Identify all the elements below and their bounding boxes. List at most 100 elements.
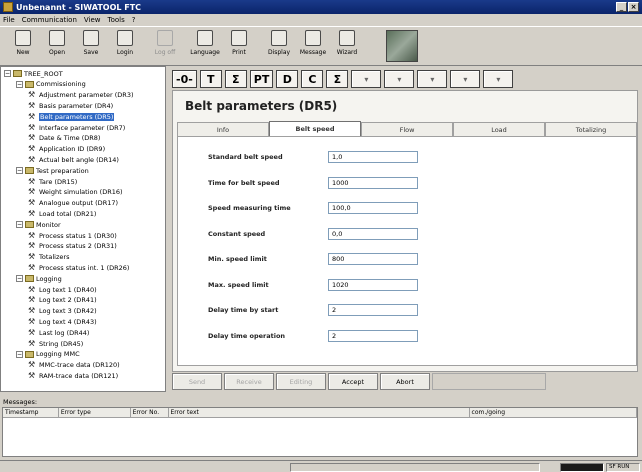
parameter-icon: ⚒ <box>28 111 36 121</box>
tree-item[interactable]: ⚒ Process status 1 (DR30) <box>28 231 117 240</box>
tree-folder[interactable]: − Logging MMC <box>16 350 80 359</box>
toolbar-message-button[interactable]: Message <box>296 30 330 62</box>
delay-time-operation-field[interactable]: 2 <box>328 329 418 342</box>
tree-folder[interactable]: − Test preparation <box>16 166 89 175</box>
function-button-7[interactable]: Σ <box>326 70 349 88</box>
tree-item[interactable]: ⚒ Log text 2 (DR41) <box>28 296 97 305</box>
expand-icon[interactable]: − <box>16 80 23 88</box>
tree-item[interactable]: ⚒ Last log (DR44) <box>28 328 89 337</box>
expand-icon[interactable]: − <box>16 221 23 229</box>
toolbar-log-off-button[interactable]: Log off <box>148 30 182 62</box>
tree-item-label: Weight simulation (DR16) <box>39 188 123 197</box>
function-button-1[interactable]: -0- <box>172 70 197 88</box>
time-for-belt-speed-field[interactable]: 1000 <box>328 176 418 189</box>
settings-icon[interactable]: ▾ <box>351 70 382 88</box>
menu-communication[interactable]: Communication <box>22 16 77 24</box>
tab-totalizing[interactable]: Totalizing <box>545 122 637 136</box>
tree-item[interactable]: ⚒ Log text 3 (DR42) <box>28 307 97 316</box>
tree-item[interactable]: ⚒ Basis parameter (DR4) <box>28 101 113 110</box>
delay-time-by-start-field[interactable]: 2 <box>328 304 418 316</box>
expand-icon[interactable]: − <box>4 70 11 77</box>
tree-folder[interactable]: − Monitor <box>16 220 61 229</box>
tab-info[interactable]: Info <box>177 122 269 136</box>
folder-icon <box>25 80 34 88</box>
function-button-5[interactable]: D <box>276 70 299 88</box>
expand-icon[interactable]: − <box>16 350 23 358</box>
messages-title: Messages: <box>3 398 38 406</box>
tab-belt-speed[interactable]: Belt speed <box>269 121 361 136</box>
tree-item[interactable]: ⚒ Log text 1 (DR40) <box>28 285 97 294</box>
menu-view[interactable]: View <box>84 16 101 24</box>
toolbar-print-button[interactable]: Print <box>222 30 256 62</box>
max-speed-limit-field[interactable]: 1020 <box>328 278 418 291</box>
expand-icon[interactable]: − <box>16 275 23 283</box>
toolbar-login-button[interactable]: Login <box>108 30 142 62</box>
toolbar-language-button[interactable]: Language <box>188 30 222 62</box>
close-button[interactable]: × <box>628 2 639 12</box>
tree-item[interactable]: ⚒ Actual belt angle (DR14) <box>28 155 119 164</box>
save-icon <box>83 30 99 46</box>
tree-item[interactable]: ⚒ Process status 2 (DR31) <box>28 242 117 251</box>
tree-item[interactable]: ⚒ MMC-trace data (DR120) <box>28 361 120 370</box>
speed-measuring-time-field[interactable]: 100,0 <box>328 202 418 214</box>
receive-button[interactable]: Receive <box>224 373 274 390</box>
column-header-timestamp[interactable]: Timestamp <box>3 408 59 417</box>
toolbar-display-button[interactable]: Display <box>262 30 296 62</box>
toolbar-wizard-button[interactable]: Wizard <box>330 30 364 62</box>
expand-icon[interactable]: − <box>16 167 23 175</box>
menu-tools[interactable]: Tools <box>108 16 125 24</box>
menu-file[interactable]: File <box>3 16 15 24</box>
tree-item[interactable]: ⚒ Analogue output (DR17) <box>28 199 118 208</box>
tree-folder[interactable]: − Logging <box>16 274 62 283</box>
column-header-com-going[interactable]: com./going <box>470 408 637 417</box>
send-button[interactable]: Send <box>172 373 222 390</box>
tree-item[interactable]: ⚒ Totalizers <box>28 253 69 262</box>
function-button-2[interactable]: T <box>199 70 222 88</box>
tree-item[interactable]: ⚒ Belt parameters (DR5) <box>28 111 115 121</box>
function-button-3[interactable]: Σ <box>224 70 247 88</box>
tree-folder[interactable]: − TREE_ROOT <box>4 69 63 78</box>
column-header-error-no[interactable]: Error No. <box>131 408 169 417</box>
tree-item[interactable]: ⚒ Interface parameter (DR7) <box>28 123 125 132</box>
navigation-tree[interactable]: − TREE_ROOT − Commissioning ⚒ Adjustment para… <box>0 66 166 392</box>
param-label: Standard belt speed <box>208 153 283 161</box>
scale-icon[interactable]: ▾ <box>384 70 415 88</box>
window-icon[interactable]: ▾ <box>483 70 514 88</box>
page-title: Belt parameters (DR5) <box>185 99 338 113</box>
tree-item[interactable]: ⚒ Process status int. 1 (DR26) <box>28 263 129 272</box>
tree-item[interactable]: ⚒ Date & Time (DR8) <box>28 134 100 143</box>
column-header-error-text[interactable]: Error text <box>169 408 470 417</box>
tree-item[interactable]: ⚒ Load total (DR21) <box>28 209 96 218</box>
app-icon <box>3 2 13 12</box>
tree-item[interactable]: ⚒ Log text 4 (DR43) <box>28 317 97 326</box>
menu-help[interactable]: ? <box>132 16 136 24</box>
tree-item[interactable]: ⚒ Adjustment parameter (DR3) <box>28 91 134 100</box>
tree-item[interactable]: ⚒ Weight simulation (DR16) <box>28 188 123 197</box>
minimize-button[interactable]: _ <box>616 2 627 12</box>
product-logo <box>386 30 418 62</box>
messages-table[interactable]: Timestamp Error type Error No. Error text co… <box>2 407 638 457</box>
tree-item[interactable]: ⚒ Application ID (DR9) <box>28 145 105 154</box>
function-button-4[interactable]: PT <box>249 70 274 88</box>
accept-button[interactable]: Accept <box>328 373 378 390</box>
function-button-6[interactable]: C <box>301 70 324 88</box>
tree-item-label: RAM-trace data (DR121) <box>39 371 119 380</box>
tree-item[interactable]: ⚒ RAM-trace data (DR121) <box>28 371 118 380</box>
column-header-error-type[interactable]: Error type <box>59 408 131 417</box>
parameter-icon: ⚒ <box>28 208 36 218</box>
editing-button[interactable]: Editing <box>276 373 326 390</box>
tree-folder[interactable]: − Commissioning <box>16 80 86 89</box>
toolbar-open-button[interactable]: Open <box>40 30 74 62</box>
toolbar-new-button[interactable]: New <box>6 30 40 62</box>
min-speed-limit-field[interactable]: 800 <box>328 253 418 265</box>
tab-flow[interactable]: Flow <box>361 122 453 136</box>
weight-icon[interactable]: ▾ <box>417 70 448 88</box>
constant-speed-field[interactable]: 0,0 <box>328 227 418 240</box>
toolbar-save-button[interactable]: Save <box>74 30 108 62</box>
document-icon[interactable]: ▾ <box>450 70 481 88</box>
standard-belt-speed-field[interactable]: 1,0 <box>328 151 418 163</box>
tree-item[interactable]: ⚒ Tare (DR15) <box>28 177 77 186</box>
tab-load[interactable]: Load <box>453 122 545 136</box>
tree-item[interactable]: ⚒ String (DR45) <box>28 339 83 348</box>
abort-button[interactable]: Abort <box>380 373 430 390</box>
